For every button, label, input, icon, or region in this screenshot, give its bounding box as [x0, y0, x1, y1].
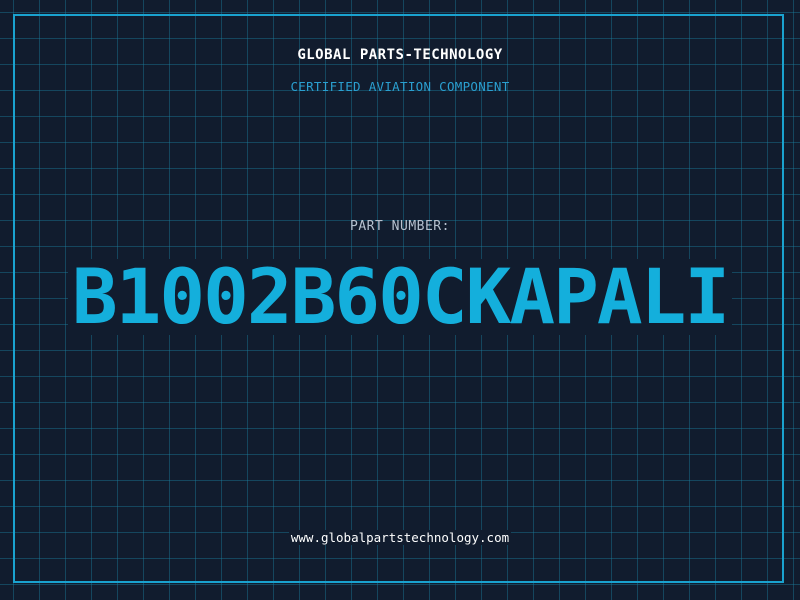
certification-tagline: CERTIFIED AVIATION COMPONENT: [290, 79, 510, 94]
part-number-label: PART NUMBER:: [350, 219, 450, 234]
part-label-card: GLOBAL PARTS-TECHNOLOGY CERTIFIED AVIATI…: [0, 0, 800, 600]
brand-name: GLOBAL PARTS-TECHNOLOGY: [297, 47, 503, 63]
website-url: www.globalpartstechnology.com: [288, 530, 512, 545]
part-number-container: B1002B60CKAPALI: [60, 259, 740, 335]
website-footer: www.globalpartstechnology.com: [0, 530, 800, 545]
part-number-value: B1002B60CKAPALI: [67, 259, 733, 335]
